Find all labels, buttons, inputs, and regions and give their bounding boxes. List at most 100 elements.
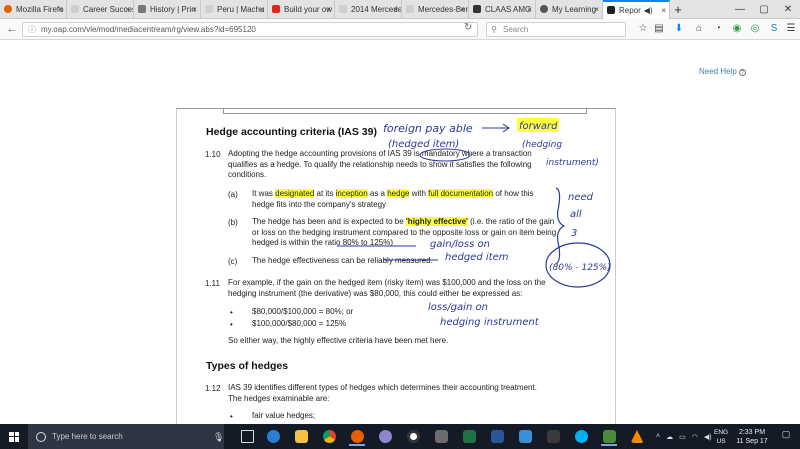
edge-icon: [266, 430, 280, 443]
firefox-icon: [350, 430, 364, 443]
close-tab-icon[interactable]: ×: [527, 5, 532, 14]
skype-icon: [574, 430, 588, 443]
start-button[interactable]: [0, 424, 28, 449]
vlc-icon: [630, 430, 644, 443]
taskbar-search-placeholder: Type here to search: [52, 432, 123, 441]
taskbar-app[interactable]: [598, 427, 620, 446]
taskbar-search[interactable]: Type here to search: [28, 424, 224, 449]
ink-note-loss-gain: loss/gain on: [428, 302, 488, 313]
firefox-icon: [4, 5, 12, 13]
close-tab-icon[interactable]: ×: [192, 5, 197, 14]
taskbar-chrome[interactable]: [318, 427, 340, 446]
grammar-extension-icon[interactable]: ◎: [748, 22, 762, 36]
close-window-button[interactable]: ✕: [776, 0, 800, 19]
taskbar-app[interactable]: [402, 427, 424, 446]
task-view-button[interactable]: [236, 427, 258, 446]
tab-claas[interactable]: CLAAS AMG ×: [469, 0, 536, 19]
speaker-icon[interactable]: ◀): [644, 6, 653, 15]
taskbar-edge[interactable]: [262, 427, 284, 446]
ink-note-all: all: [570, 209, 582, 220]
home-icon[interactable]: ⌂: [692, 22, 706, 36]
ink-note-gain-loss: gain/loss on: [430, 239, 490, 250]
battery-icon[interactable]: ▭: [679, 433, 686, 441]
chevron-up-icon[interactable]: ˄: [656, 433, 660, 440]
taskbar-app[interactable]: [374, 427, 396, 446]
ink-note-hedged-item-2: hedged item: [445, 252, 509, 263]
app-icon: [546, 430, 560, 443]
tab-career[interactable]: Career Success C×: [67, 0, 134, 19]
tab-label: Build your ow: [284, 4, 333, 14]
taskbar-firefox[interactable]: [346, 427, 368, 446]
ink-circle-mandatory: [419, 148, 471, 162]
maximize-button[interactable]: ▢: [752, 0, 776, 19]
taskbar-app[interactable]: [514, 427, 536, 446]
menu-icon[interactable]: ☰: [784, 22, 798, 36]
tab-strip: Mozilla Firefo× Career Success C× Histor…: [0, 0, 800, 19]
taskbar-app[interactable]: [430, 427, 452, 446]
tab-label: Mozilla Firefo: [16, 4, 64, 14]
tab-mercedes-2014[interactable]: 2014 Mercede ×: [335, 0, 402, 19]
tab-my-learning[interactable]: My Learning ×: [536, 0, 603, 19]
taskbar-excel[interactable]: [458, 427, 480, 446]
close-tab-icon[interactable]: ×: [125, 5, 130, 14]
close-tab-icon[interactable]: ×: [58, 5, 63, 14]
page-icon: [205, 5, 213, 13]
reading-list-icon[interactable]: ▤: [652, 22, 666, 36]
clock[interactable]: 2:33 PM 11 Sep 17: [734, 428, 770, 446]
app-icon: [406, 430, 420, 443]
tab-youtube[interactable]: Build your ow ×: [268, 0, 335, 19]
bookmark-star-icon[interactable]: ☆: [636, 22, 650, 36]
close-tab-icon[interactable]: ×: [594, 5, 599, 14]
notifications-icon[interactable]: ▢: [779, 429, 793, 443]
volume-icon[interactable]: ◀): [704, 433, 712, 441]
extension-icon[interactable]: ◉: [730, 22, 744, 36]
page-content: Need Help? Hedge accounting criteria (IA…: [0, 40, 800, 428]
page-icon: [71, 5, 79, 13]
close-tab-icon[interactable]: ×: [259, 5, 264, 14]
url-bar[interactable]: ⓘ my.oap.com/vle/mod/mediacentream/rg/vi…: [22, 22, 478, 37]
app-icon: [602, 430, 616, 443]
word-icon: [490, 430, 504, 443]
reload-icon[interactable]: ↻: [464, 22, 472, 33]
tab-label: Repor: [619, 5, 641, 15]
ink-note-forward: forward: [519, 121, 558, 132]
new-tab-button[interactable]: +: [670, 2, 686, 17]
system-tray: ˄ ☁ ▭ ◠ ◀): [656, 424, 718, 449]
close-tab-icon[interactable]: ×: [460, 5, 465, 14]
windows-taskbar: Type here to search 🎙 ˄ ☁ ▭ ◠ ◀) ENG US …: [0, 424, 800, 449]
close-tab-icon[interactable]: ×: [661, 6, 666, 15]
info-icon[interactable]: ⓘ: [28, 23, 36, 36]
tab-history[interactable]: History | Prin ×: [134, 0, 201, 19]
wifi-icon[interactable]: ◠: [692, 433, 698, 441]
skype-icon[interactable]: S: [767, 22, 781, 36]
onedrive-icon[interactable]: ☁: [666, 433, 673, 441]
close-tab-icon[interactable]: ×: [393, 5, 398, 14]
search-box[interactable]: ⚲ Search: [486, 22, 626, 37]
ink-brace: [555, 187, 566, 265]
tab-report[interactable]: Repor ◀) ×: [603, 0, 670, 19]
taskbar-skype[interactable]: [570, 427, 592, 446]
minimize-button[interactable]: —: [728, 0, 752, 19]
taskbar-vlc[interactable]: [626, 427, 648, 446]
ink-note-hedging-instrument: hedging instrument: [440, 317, 540, 328]
tab-firefox[interactable]: Mozilla Firefo ×: [0, 0, 67, 19]
pocket-icon[interactable]: ◔: [711, 22, 725, 36]
microphone-icon[interactable]: 🎙: [213, 432, 224, 443]
taskbar-word[interactable]: [486, 427, 508, 446]
taskbar-app[interactable]: [542, 427, 564, 446]
ink-note-hedging: (hedging: [522, 140, 562, 150]
ink-note-ratio: (80% - 125%): [549, 263, 611, 273]
language-indicator[interactable]: ENG US: [714, 428, 728, 446]
taskbar-explorer[interactable]: [290, 427, 312, 446]
download-icon[interactable]: ⬇: [672, 22, 686, 36]
app-icon: [378, 430, 392, 443]
ink-note-foreign-payable: foreign pay able: [383, 122, 473, 135]
close-tab-icon[interactable]: ×: [326, 5, 331, 14]
page-icon: [540, 5, 548, 13]
back-button[interactable]: ←: [5, 22, 19, 36]
tab-peru[interactable]: Peru | Machu ×: [201, 0, 268, 19]
search-icon: ⚲: [491, 25, 497, 34]
page-icon: [339, 5, 347, 13]
ink-note-need: need: [568, 192, 594, 203]
tab-mercedes-benz[interactable]: Mercedes-Benz p×: [402, 0, 469, 19]
